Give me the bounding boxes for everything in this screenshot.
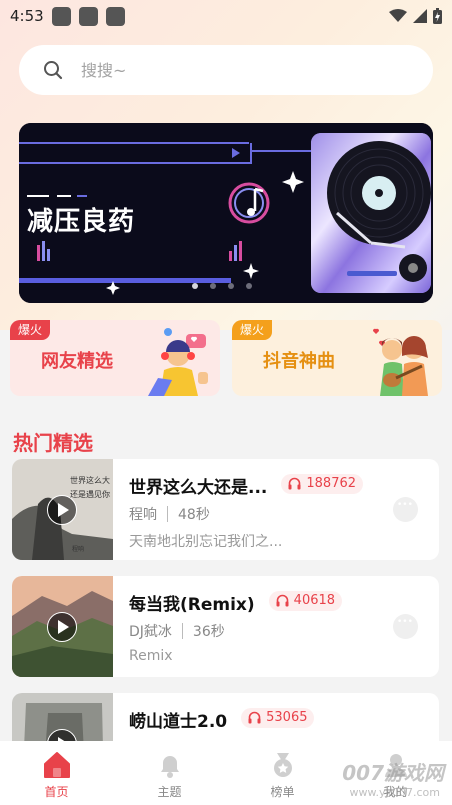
carousel-indicator xyxy=(192,283,252,289)
tab-theme[interactable]: 主题 xyxy=(113,741,226,805)
tab-charts[interactable]: 榜单 xyxy=(226,741,339,805)
watermark-url: www.yx007.com xyxy=(349,786,440,799)
svg-text:世界这么大: 世界这么大 xyxy=(70,475,110,485)
medal-icon xyxy=(273,753,292,777)
search-icon xyxy=(44,61,63,80)
song-title-row: 世界这么大还是... 188762 xyxy=(129,473,364,498)
watermark-brand: 007游戏网 xyxy=(342,761,444,785)
song-cover xyxy=(12,576,113,677)
carousel-dot[interactable] xyxy=(192,283,198,289)
play-count: 188762 xyxy=(306,476,357,491)
song-cover: 世界这么大 还是遇见你 程响 xyxy=(12,459,113,560)
song-description: Remix xyxy=(129,648,173,664)
search-bar[interactable] xyxy=(19,45,433,95)
bell-icon xyxy=(160,756,179,778)
carousel-dot[interactable] xyxy=(246,283,252,289)
headphones-icon xyxy=(276,594,289,607)
song-description: 天南地北别忘记我们之... xyxy=(129,534,283,550)
song-list-item[interactable]: 每当我(Remix) 40618 DJ弑冰 36秒 Remix xyxy=(12,576,439,677)
banner-carousel[interactable]: 减压良药 xyxy=(19,123,433,303)
wifi-icon xyxy=(389,9,407,22)
song-title: 每当我(Remix) xyxy=(129,595,255,615)
headphones-icon xyxy=(288,477,301,490)
notification-icon xyxy=(51,6,71,26)
banner-title: 减压良药 xyxy=(27,207,136,237)
hot-badge: 爆火 xyxy=(232,320,273,340)
category-card-douyin-hits[interactable]: 爆火 抖音神曲 xyxy=(232,320,442,396)
song-list-item[interactable]: 世界这么大 还是遇见你 程响 世界这么大还是... 188762 程响 48秒 天… xyxy=(12,459,439,560)
headphones-icon xyxy=(248,711,261,724)
play-count: 40618 xyxy=(293,593,336,608)
more-options-button[interactable] xyxy=(393,497,418,522)
category-card-netizen-picks[interactable]: 爆火 网友精选 xyxy=(10,320,220,396)
notification-icon xyxy=(78,6,98,26)
signal-icon xyxy=(413,9,427,23)
song-duration: 36秒 xyxy=(192,624,225,640)
svg-text:程响: 程响 xyxy=(72,545,84,553)
tab-label: 榜单 xyxy=(270,785,295,799)
tab-label: 主题 xyxy=(157,785,182,799)
divider xyxy=(181,623,183,639)
guitar-couple-illustration xyxy=(372,328,428,396)
song-duration: 48秒 xyxy=(178,507,210,523)
song-title-row: 崂山道士2.0 53065 xyxy=(129,707,315,732)
headphone-kid-illustration xyxy=(148,328,208,396)
status-time: 4:53 xyxy=(10,7,44,25)
status-bar: 4:53 xyxy=(0,0,452,32)
tab-home[interactable]: 首页 xyxy=(0,741,113,805)
more-options-button[interactable] xyxy=(393,614,418,639)
song-artist: DJ弑冰 xyxy=(129,624,172,640)
song-meta: 程响 48秒 xyxy=(129,504,210,524)
play-count-badge: 53065 xyxy=(241,707,315,728)
hot-badge: 爆火 xyxy=(10,320,51,340)
play-count: 53065 xyxy=(266,710,308,725)
category-card-label: 网友精选 xyxy=(41,351,113,372)
battery-icon xyxy=(433,8,442,24)
carousel-dot[interactable] xyxy=(228,283,234,289)
song-meta: DJ弑冰 36秒 xyxy=(129,621,225,641)
play-button[interactable] xyxy=(47,612,77,642)
song-artist: 程响 xyxy=(129,507,157,523)
search-input[interactable] xyxy=(81,60,381,80)
home-icon xyxy=(43,752,70,778)
section-title: 热门精选 xyxy=(13,431,93,455)
tab-label: 首页 xyxy=(44,785,69,799)
category-card-label: 抖音神曲 xyxy=(263,351,335,372)
notification-icon xyxy=(105,6,125,26)
song-title: 世界这么大还是... xyxy=(129,478,268,498)
play-count-badge: 188762 xyxy=(281,473,364,494)
song-title-row: 每当我(Remix) 40618 xyxy=(129,590,343,615)
play-count-badge: 40618 xyxy=(268,590,343,611)
svg-text:还是遇见你: 还是遇见你 xyxy=(70,489,110,499)
carousel-dot[interactable] xyxy=(210,283,216,289)
play-button[interactable] xyxy=(47,495,77,525)
song-title: 崂山道士2.0 xyxy=(129,712,228,732)
divider xyxy=(167,506,168,522)
